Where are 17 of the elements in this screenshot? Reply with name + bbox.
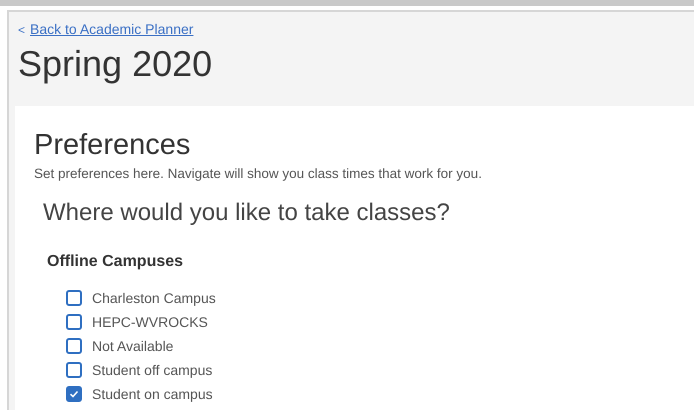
checkbox[interactable]: [66, 338, 82, 354]
question-heading: Where would you like to take classes?: [43, 198, 451, 228]
option-label: HEPC-WVROCKS: [92, 312, 208, 332]
option-label: Charleston Campus: [92, 288, 216, 308]
group-title: Offline Campuses: [47, 252, 184, 272]
section-title: Preferences: [34, 128, 192, 162]
back-link[interactable]: < Back to Academic Planner: [18, 19, 694, 40]
checkbox[interactable]: [66, 362, 82, 378]
option-label: Not Available: [92, 336, 174, 356]
check-icon: [69, 389, 79, 400]
section-description: Set preferences here. Navigate will show you class times that work for you.: [34, 165, 483, 183]
checkbox[interactable]: [66, 386, 82, 402]
option-label: Student on campus: [92, 384, 213, 404]
option-label: Student off campus: [92, 360, 212, 380]
term-title: Spring 2020: [18, 42, 214, 86]
checkbox[interactable]: [66, 290, 82, 306]
checkbox[interactable]: [66, 314, 82, 330]
